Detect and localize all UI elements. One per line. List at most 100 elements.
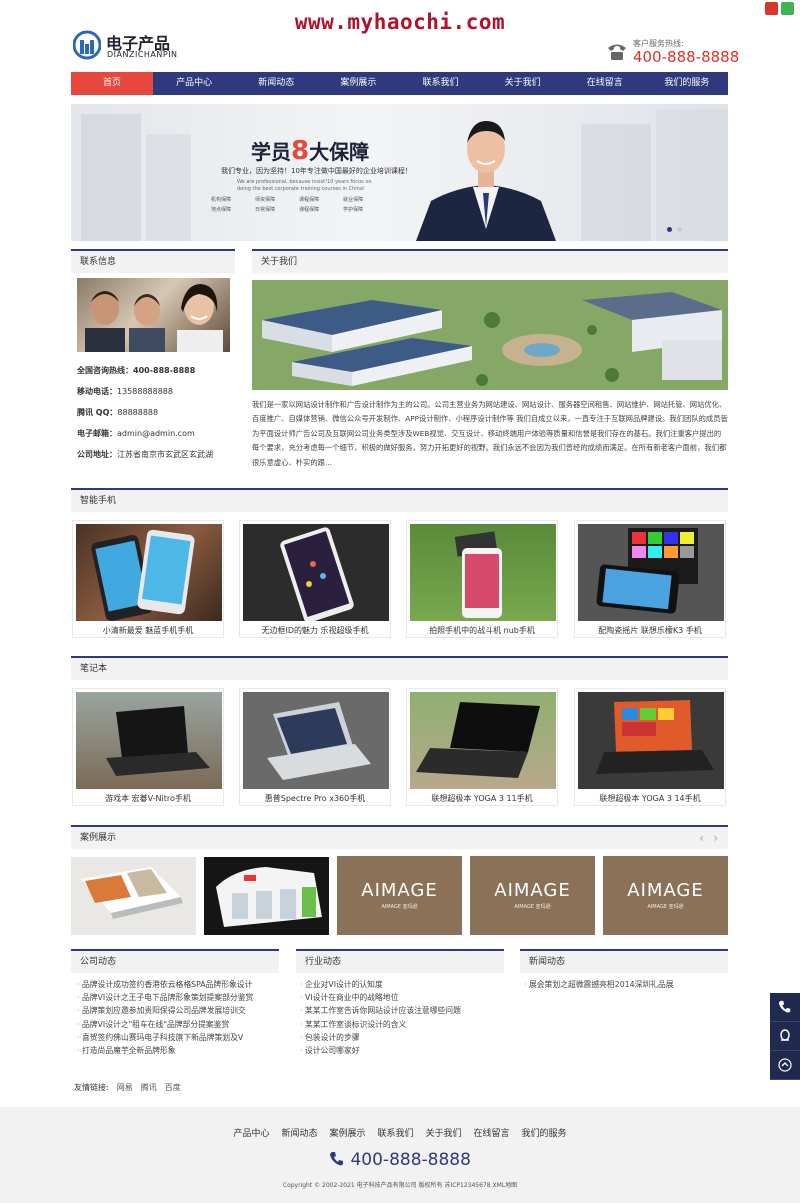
top-social-icons <box>765 2 794 15</box>
nav-item-news[interactable]: 新闻动态 <box>235 72 317 95</box>
footer-nav-item[interactable]: 关于我们 <box>426 1126 462 1139</box>
telephone-icon <box>608 44 626 60</box>
qq-icon[interactable] <box>765 2 778 15</box>
friend-link[interactable]: 百度 <box>165 1082 181 1093</box>
logo-icon[interactable] <box>73 30 101 60</box>
product-card[interactable]: 配陶瓷摇片 联想乐檬K3 手机 <box>574 520 726 638</box>
phone-icon <box>778 1000 791 1013</box>
banner-title: 学员8大保障 <box>251 136 370 166</box>
nav-item-services[interactable]: 我们的服务 <box>646 72 728 95</box>
banner-person-image <box>416 121 556 241</box>
company-news-list: 品牌设计成功签约香港依云格格SPA品牌形象设计 品牌VI设计之王子电下品牌形象策… <box>77 978 277 1057</box>
news-item[interactable]: 品牌VI设计之"租车在线"品牌部分提案鉴赏 <box>77 1018 277 1031</box>
about-heading: 关于我们 <box>252 249 728 273</box>
side-top-button[interactable] <box>770 1051 800 1080</box>
contact-row-address: 公司地址：江苏省南京市玄武区玄武湖 <box>77 450 213 459</box>
footer-nav: 产品中心 新闻动态 案例展示 联系我们 关于我们 在线留言 我们的服务 <box>0 1126 800 1139</box>
banner-line1: 我们专业，因为坚持！10年专注做中国最好的企业培训课程！ <box>221 167 412 175</box>
news-item[interactable]: 包装设计的步骤 <box>300 1031 500 1044</box>
cases-next-button[interactable]: › <box>713 827 718 849</box>
nav-item-cases[interactable]: 案例展示 <box>317 72 399 95</box>
news-item[interactable]: 品牌VI设计之王子电下品牌形象策划提案部分鉴赏 <box>77 991 277 1004</box>
footer-nav-item[interactable]: 新闻动态 <box>281 1126 317 1139</box>
case-image[interactable]: AIMAGE AIMAGE 亚玛逊 <box>337 856 462 935</box>
product-caption[interactable]: 小清新最爱 魅蓝手机手机 <box>73 625 223 636</box>
banner-pagination[interactable] <box>667 227 682 232</box>
product-card[interactable]: 联想超极本 YOGA 3 11手机 <box>406 688 558 806</box>
contact-row-mobile: 移动电话：13588888888 <box>77 387 173 396</box>
product-caption[interactable]: 联想超极本 YOGA 3 11手机 <box>407 793 557 804</box>
main-nav: 首页 产品中心 新闻动态 案例展示 联系我们 关于我们 在线留言 我们的服务 <box>71 72 728 95</box>
contact-image <box>77 278 230 352</box>
case-image[interactable]: AIMAGE AIMAGE 亚玛逊 <box>470 856 595 935</box>
product-caption[interactable]: 联想超极本 YOGA 3 14手机 <box>575 793 725 804</box>
footer-nav-item[interactable]: 产品中心 <box>233 1126 269 1139</box>
news-item[interactable]: 某某工作室告诉你网站设计应该注意哪些问题 <box>300 1004 500 1017</box>
news-item[interactable]: 品牌策划应邀参加贵阳保得公司品牌发展培训交 <box>77 1004 277 1017</box>
company-news-heading: 公司动态 <box>71 949 279 973</box>
phones-heading: 智能手机 <box>71 488 728 512</box>
cases-heading: 案例展示 ‹ › <box>71 825 728 849</box>
product-card[interactable]: 游戏本 宏碁V-Nitro手机 <box>72 688 224 806</box>
product-caption[interactable]: 惠普Spectre Pro x360手机 <box>240 793 390 804</box>
news-item[interactable]: 喜贺签约佛山赛玛电子科技旗下新品牌策划及V <box>77 1031 277 1044</box>
wechat-icon[interactable] <box>781 2 794 15</box>
contact-row-hotline: 全国咨询热线：400-888-8888 <box>77 366 196 375</box>
nav-item-about[interactable]: 关于我们 <box>482 72 564 95</box>
latest-news-heading: 新闻动态 <box>520 949 728 973</box>
case-image[interactable]: AIMAGE AIMAGE 亚玛逊 <box>603 856 728 935</box>
footer-nav-item[interactable]: 在线留言 <box>474 1126 510 1139</box>
product-card[interactable]: 无边框ID的魅力 乐视超级手机 <box>239 520 391 638</box>
cases-prev-button[interactable]: ‹ <box>699 827 704 849</box>
qq-icon <box>780 1029 790 1041</box>
nav-item-home[interactable]: 首页 <box>71 72 154 95</box>
industry-news-list: 企业对VI设计的认知度 VI设计在商业中的战略地位 某某工作室告诉你网站设计应该… <box>300 978 500 1057</box>
product-caption[interactable]: 拍照手机中的战斗机 nub手机 <box>407 625 557 636</box>
product-card[interactable]: 联想超极本 YOGA 3 14手机 <box>574 688 726 806</box>
side-phone-button[interactable] <box>770 993 800 1022</box>
news-item[interactable]: VI设计在商业中的战略地位 <box>300 991 500 1004</box>
news-item[interactable]: 某某工作室谈标识设计的含义 <box>300 1018 500 1031</box>
phone-icon <box>330 1152 344 1166</box>
case-image[interactable] <box>71 857 196 935</box>
banner-tags: 机构保障 师资保障 课程保障 就业保障 地点保障 日常保障 课程保障 学护保障 <box>211 197 364 213</box>
friend-links-label: 友情链接: <box>74 1083 109 1092</box>
about-campus-image <box>252 280 728 390</box>
product-caption[interactable]: 无边框ID的魅力 乐视超级手机 <box>240 625 390 636</box>
friend-link[interactable]: 腾讯 <box>141 1082 157 1093</box>
news-item[interactable]: 设计公司哪家好 <box>300 1044 500 1057</box>
side-qq-button[interactable] <box>770 1022 800 1051</box>
nav-item-contact[interactable]: 联系我们 <box>400 72 482 95</box>
nav-item-message[interactable]: 在线留言 <box>564 72 646 95</box>
arrow-up-icon <box>778 1058 792 1072</box>
contact-heading: 联系信息 <box>71 249 235 273</box>
footer-copyright: Copyright © 2002-2021 电子科技产品有限公司 版权所有 苏I… <box>282 1182 518 1189</box>
news-item[interactable]: 打造尚品魔芋全新品牌形象 <box>77 1044 277 1057</box>
laptops-heading: 笔记本 <box>71 656 728 680</box>
product-card[interactable]: 拍照手机中的战斗机 nub手机 <box>406 520 558 638</box>
footer-nav-item[interactable]: 联系我们 <box>377 1126 413 1139</box>
hotline-number: 400-888-8888 <box>633 48 740 66</box>
product-caption[interactable]: 配陶瓷摇片 联想乐檬K3 手机 <box>575 625 725 636</box>
friend-link[interactable]: 网易 <box>117 1082 133 1093</box>
contact-row-qq: 腾讯 QQ：88888888 <box>77 408 159 417</box>
footer-nav-item[interactable]: 案例展示 <box>329 1126 365 1139</box>
news-item[interactable]: 企业对VI设计的认知度 <box>300 978 500 991</box>
logo-subtitle: DIANZICHANPIN <box>107 50 178 59</box>
product-card[interactable]: 小清新最爱 魅蓝手机手机 <box>72 520 224 638</box>
case-image[interactable] <box>204 857 329 935</box>
news-item[interactable]: 展会策划之超微震撼亮相2014深圳礼品展 <box>524 978 724 991</box>
latest-news-list: 展会策划之超微震撼亮相2014深圳礼品展 <box>524 978 724 991</box>
footer-phone: 400-888-8888 <box>0 1150 800 1170</box>
friend-links: 友情链接: 网易 腾讯 百度 <box>74 1082 181 1093</box>
footer-nav-item[interactable]: 我们的服务 <box>522 1126 567 1139</box>
side-toolbar <box>770 993 800 1080</box>
about-text: 我们是一家以网站设计制作和广告设计制作为主的公司。公司主营业务为网站建设、网站设… <box>252 400 728 467</box>
news-item[interactable]: 品牌设计成功签约香港依云格格SPA品牌形象设计 <box>77 978 277 991</box>
hero-banner[interactable]: 学员8大保障 我们专业，因为坚持！10年专注做中国最好的企业培训课程！ We a… <box>71 104 728 241</box>
product-caption[interactable]: 游戏本 宏碁V-Nitro手机 <box>73 793 223 804</box>
nav-item-products[interactable]: 产品中心 <box>153 72 235 95</box>
banner-line2: We are professional, because insist!10 y… <box>237 179 372 192</box>
product-card[interactable]: 惠普Spectre Pro x360手机 <box>239 688 391 806</box>
industry-news-heading: 行业动态 <box>296 949 504 973</box>
